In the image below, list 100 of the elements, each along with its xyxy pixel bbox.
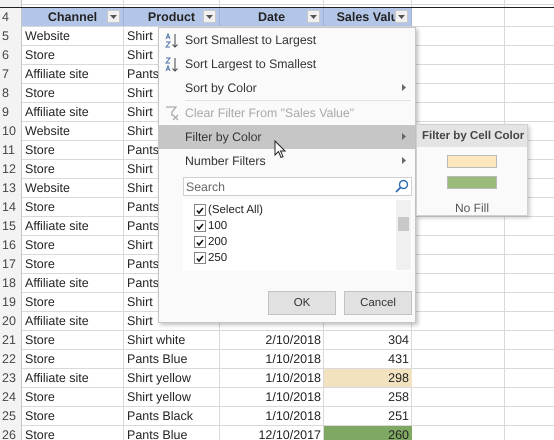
table-cell: Store xyxy=(25,257,55,271)
table-cell: Shirt xyxy=(127,162,153,176)
filter-dropdown-button[interactable] xyxy=(107,10,120,23)
table-cell: 260 xyxy=(324,426,412,440)
table-cell: 1/10/2018 xyxy=(265,409,321,423)
table-cell: Store xyxy=(25,86,55,100)
table-cell: Shirt xyxy=(127,238,153,252)
table-cell: 1/10/2018 xyxy=(265,371,321,385)
search-icon xyxy=(395,179,409,193)
table-cell: Store xyxy=(25,295,55,309)
submenu-arrow-icon xyxy=(402,157,406,164)
row-number: 11 xyxy=(1,142,16,159)
table-cell: Affiliate site xyxy=(25,276,89,290)
menu-item[interactable]: Filter by Color xyxy=(159,125,415,149)
table-cell: Pants xyxy=(127,257,159,271)
scrollbar[interactable] xyxy=(396,200,411,270)
menu-item[interactable]: Sort Smallest to Largest xyxy=(159,28,415,52)
table-cell: 12/10/2017 xyxy=(258,428,321,440)
table-cell: 431 xyxy=(388,352,409,366)
sort-descending-icon xyxy=(165,57,179,72)
table-cell: Store xyxy=(25,143,55,157)
checkbox[interactable] xyxy=(194,236,206,248)
table-cell: Affiliate site xyxy=(25,219,89,233)
table-cell: Shirt xyxy=(127,181,153,195)
row-number: 25 xyxy=(1,408,17,425)
caret-icon xyxy=(310,14,317,18)
checkbox-label: 100 xyxy=(208,220,228,232)
row-number: 16 xyxy=(1,237,17,254)
row-number: 24 xyxy=(1,389,17,406)
table-cell: Store xyxy=(25,352,55,366)
search-field[interactable]: Search xyxy=(183,177,412,196)
submenu-title: Filter by Cell Color xyxy=(417,125,527,147)
table-cell: Website xyxy=(25,29,70,43)
sort-ascending-icon xyxy=(165,33,179,48)
table-cell: Shirt xyxy=(127,314,153,328)
checkbox-label: (Select All) xyxy=(208,204,263,216)
mouse-cursor-icon xyxy=(274,140,286,159)
table-cell: Website xyxy=(25,181,70,195)
filter-dropdown-button[interactable] xyxy=(203,10,216,23)
row-number: 15 xyxy=(1,218,17,235)
row-number: 19 xyxy=(1,294,17,311)
table-cell: Affiliate site xyxy=(25,67,89,81)
row-number: 8 xyxy=(1,85,10,102)
row-number: 21 xyxy=(1,332,17,349)
table-cell: Store xyxy=(25,390,55,404)
row-number: 5 xyxy=(1,28,10,45)
dialog-button[interactable]: Cancel xyxy=(344,291,412,315)
caret-icon xyxy=(110,14,117,18)
column-header: Product xyxy=(148,9,196,26)
row-number: 13 xyxy=(1,180,17,197)
table-cell: Store xyxy=(25,48,55,62)
column-header: Date xyxy=(258,9,286,26)
row-number: 14 xyxy=(1,199,17,216)
filter-dropdown-button[interactable] xyxy=(307,10,320,23)
table-cell: Affiliate site xyxy=(25,371,89,385)
color-swatch[interactable] xyxy=(447,176,497,189)
table-cell: Pants xyxy=(127,67,159,81)
clear-filter-icon xyxy=(165,106,180,121)
table-cell: Store xyxy=(25,333,55,347)
row-number: 20 xyxy=(1,313,17,330)
table-cell: Shirt xyxy=(127,86,153,100)
table-cell: 298 xyxy=(324,369,412,387)
row-number: 23 xyxy=(1,370,17,387)
table-cell: 304 xyxy=(388,333,409,347)
table-cell: Pants xyxy=(127,143,159,157)
row-number: 6 xyxy=(1,47,10,64)
checkbox-label: 250 xyxy=(208,252,228,264)
table-cell: 251 xyxy=(388,409,409,423)
table-cell: 1/10/2018 xyxy=(265,390,321,404)
table-cell: Affiliate site xyxy=(25,314,89,328)
checkbox[interactable] xyxy=(194,252,206,264)
table-cell: Website xyxy=(25,124,70,138)
table-cell: 258 xyxy=(388,390,409,404)
checkbox-label: 200 xyxy=(208,236,228,248)
no-fill-option[interactable]: No Fill xyxy=(454,201,489,215)
row-number: 22 xyxy=(1,351,17,368)
row-number: 18 xyxy=(1,275,17,292)
submenu-arrow-icon xyxy=(402,84,406,91)
row-number: 26 xyxy=(1,427,17,440)
table-cell: Shirt xyxy=(127,295,153,309)
table-cell: Pants xyxy=(127,200,159,214)
checkbox[interactable] xyxy=(194,220,206,232)
row-number: 9 xyxy=(1,104,10,121)
table-cell: Store xyxy=(25,238,55,252)
row-number: 10 xyxy=(1,123,17,140)
table-cell: Shirt xyxy=(127,124,153,138)
table-cell: Store xyxy=(25,200,55,214)
menu-item[interactable]: Sort by Color xyxy=(159,76,415,100)
color-swatch[interactable] xyxy=(447,155,497,168)
filter-dropdown-button[interactable] xyxy=(395,10,408,23)
table-cell: Pants xyxy=(127,276,159,290)
menu-item[interactable]: Number Filters xyxy=(159,149,415,173)
table-cell: Pants Blue xyxy=(127,352,188,366)
table-cell: Shirt xyxy=(127,105,153,119)
table-cell: Pants Blue xyxy=(127,428,188,440)
row-number: 12 xyxy=(1,161,17,178)
menu-item[interactable]: Sort Largest to Smallest xyxy=(159,52,415,76)
checkbox[interactable] xyxy=(194,204,206,216)
table-cell: Store xyxy=(25,162,55,176)
dialog-button[interactable]: OK xyxy=(268,291,336,315)
